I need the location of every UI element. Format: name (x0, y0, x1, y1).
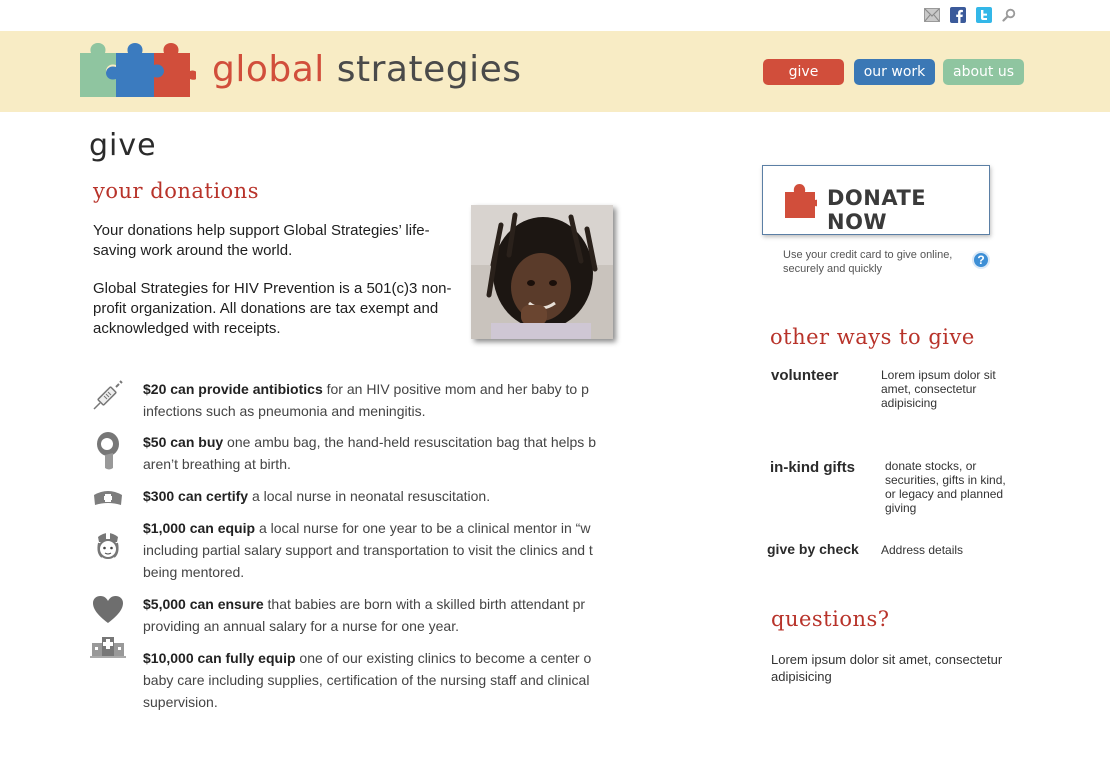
volunteer-desc: Lorem ipsum dolor sit amet, consectetur … (881, 368, 996, 410)
tier-line: one of our existing clinics to become a … (295, 650, 592, 666)
give-by-check-label: give by check (767, 541, 859, 557)
search-icon[interactable] (1001, 7, 1017, 23)
tier-text: $50 can buy one ambu bag, the hand-held … (143, 431, 614, 475)
facebook-icon[interactable] (950, 7, 966, 23)
twitter-icon[interactable] (976, 7, 992, 23)
tier-line: that babies are born with a skilled birt… (263, 596, 586, 612)
tier-line: providing an annual salary for a nurse f… (143, 618, 459, 634)
child-photo (471, 205, 613, 339)
tier-text: $1,000 can equip a local nurse for one y… (143, 517, 614, 583)
donations-heading: your donations (93, 179, 259, 203)
tier-line: baby care including supplies, certificat… (143, 672, 590, 688)
puzzle-piece-icon (785, 184, 819, 223)
logo-word-global: global (212, 49, 325, 90)
site-logo-text[interactable]: global strategies (212, 49, 522, 90)
tier-amount: $5,000 can ensure (143, 596, 264, 612)
tier-text: $10,000 can fully equip one of our exist… (143, 647, 614, 713)
tier-amount: $300 can certify (143, 488, 249, 504)
syringe-icon (88, 378, 128, 418)
give-by-check-desc: Address details (881, 543, 964, 557)
tier-text: $20 can provide antibiotics for an HIV p… (143, 381, 589, 419)
in-kind-gifts-label: in-kind gifts (770, 459, 855, 476)
tier-amount: $50 can buy (143, 434, 224, 450)
questions-heading: questions? (771, 607, 890, 631)
hospital-icon (88, 637, 128, 687)
heart-icon (88, 593, 128, 633)
utility-bar (0, 0, 1110, 31)
questions-text: Lorem ipsum dolor sit amet, consectetur … (771, 652, 1003, 684)
tier-amount: $10,000 can fully equip (143, 650, 296, 666)
tier-line: supervision. (143, 694, 218, 710)
nurse-icon (88, 517, 128, 559)
tier-amount: $1,000 can equip (143, 520, 256, 536)
tier-text: $300 can certify a local nurse in neonat… (143, 485, 614, 507)
in-kind-gifts-desc: donate stocks, or securities, gifts in k… (885, 459, 1006, 515)
site-header: global strategies give our work about us (0, 31, 1110, 112)
logo-word-strategies: strategies (336, 49, 522, 90)
donate-now-label: DONATE NOW (827, 186, 927, 234)
help-icon[interactable]: ? (972, 251, 990, 269)
tier-line: one ambu bag, the hand-held resuscitatio… (223, 434, 596, 450)
mail-icon[interactable] (924, 7, 940, 23)
donations-intro: Your donations help support Global Strat… (93, 221, 463, 357)
nav-give-button[interactable]: give (763, 59, 844, 85)
tier-line: being mentored. (143, 564, 245, 580)
tier-line: including partial salary support and tra… (143, 542, 593, 558)
tier-line: infections such as pneumonia and meningi… (143, 403, 426, 419)
intro-paragraph: Your donations help support Global Strat… (93, 222, 430, 259)
puzzle-logo-icon[interactable] (76, 43, 198, 99)
intro-paragraph: Global Strategies for HIV Prevention is … (93, 280, 452, 337)
donation-tiers-list: $20 can provide antibiotics for an HIV p… (88, 378, 614, 718)
page-title: give (89, 128, 157, 163)
volunteer-label: volunteer (771, 367, 839, 384)
other-ways-heading: other ways to give (770, 325, 975, 349)
ambu-bag-icon (88, 431, 128, 471)
tier-text: $5,000 can ensure that babies are born w… (143, 593, 614, 637)
nav-our-work-button[interactable]: our work (854, 59, 935, 85)
donate-note: Use your credit card to give online, sec… (783, 249, 953, 275)
tier-amount: $20 can provide antibiotics (143, 381, 323, 397)
tier-line: aren’t breathing at birth. (143, 456, 291, 472)
tier-line: a local nurse in neonatal resuscitation. (248, 488, 491, 504)
nav-about-us-button[interactable]: about us (943, 59, 1024, 85)
donate-now-button[interactable]: DONATE NOW (762, 165, 990, 235)
tier-line: a local nurse for one year to be a clini… (255, 520, 591, 536)
